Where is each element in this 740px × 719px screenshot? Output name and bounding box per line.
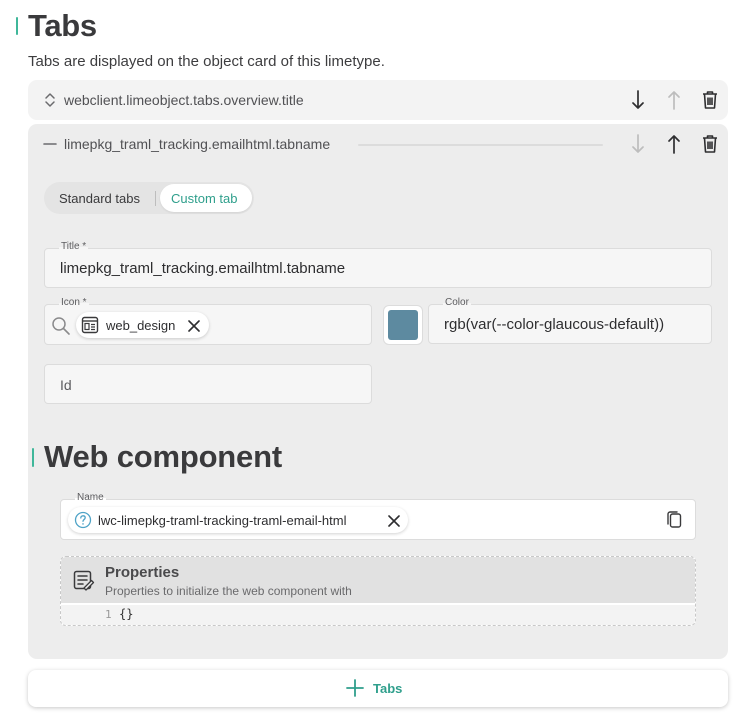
name-field-label: Name [75, 492, 106, 503]
icon-chip[interactable]: web_design [76, 312, 209, 338]
section-accent-bar [32, 448, 34, 467]
title-accent-bar [16, 17, 18, 35]
web-design-icon [81, 316, 99, 339]
icon-field-label: Icon * [59, 297, 89, 308]
segment-divider [155, 191, 156, 206]
color-swatch [388, 310, 418, 340]
title-field-value: limepkg_traml_tracking.emailhtml.tabname [60, 260, 346, 277]
title-field-label: Title * [59, 241, 89, 252]
code-content: {} [119, 607, 134, 621]
properties-title: Properties [105, 564, 180, 581]
trash-icon[interactable] [697, 87, 723, 113]
collapse-icon[interactable] [37, 131, 63, 157]
web-component-chip[interactable]: lwc-limepkg-traml-tracking-traml-email-h… [68, 507, 408, 533]
search-icon [51, 316, 71, 341]
plus-icon [346, 679, 364, 702]
help-circle-icon [74, 511, 92, 534]
properties-list-icon [73, 570, 95, 597]
tab-label: webclient.limeobject.tabs.overview.title [64, 92, 304, 108]
properties-header[interactable]: Properties Properties to initialize the … [61, 557, 695, 603]
arrow-down-icon[interactable] [625, 131, 651, 157]
title-field[interactable]: Title * limepkg_traml_tracking.emailhtml… [44, 241, 712, 288]
custom-tab-option[interactable]: Custom tab [160, 184, 252, 212]
color-swatch-button[interactable] [383, 305, 423, 345]
properties-editor: Properties Properties to initialize the … [60, 556, 696, 626]
icon-field[interactable]: Icon * web_design [44, 297, 372, 345]
page-subtitle: Tabs are displayed on the object card of… [28, 53, 385, 70]
line-number: 1 [105, 608, 112, 621]
color-field[interactable]: Color rgb(var(--color-glaucous-default)) [428, 297, 712, 344]
arrow-up-icon[interactable] [661, 87, 687, 113]
name-field[interactable]: Name lwc-limepkg-traml-tracking-traml-em… [60, 492, 696, 540]
arrow-down-icon[interactable] [625, 87, 651, 113]
close-icon[interactable] [188, 319, 200, 337]
add-tab-button[interactable]: Tabs [28, 670, 728, 707]
tab-row-overview[interactable]: webclient.limeobject.tabs.overview.title [28, 80, 728, 120]
color-field-label: Color [443, 297, 471, 308]
code-editor-line[interactable]: 1 {} [61, 605, 695, 625]
custom-tab-label: Custom tab [171, 191, 238, 206]
standard-tabs-option[interactable]: Standard tabs [59, 191, 140, 206]
tab-card-emailhtml: limepkg_traml_tracking.emailhtml.tabname… [28, 124, 728, 659]
close-icon[interactable] [388, 514, 400, 532]
add-tab-label: Tabs [373, 681, 403, 696]
tab-type-switch: Standard tabs Custom tab [44, 182, 254, 214]
unfold-icon[interactable] [37, 87, 63, 113]
trash-icon[interactable] [697, 131, 723, 157]
id-field[interactable]: Id [44, 364, 372, 404]
copy-icon[interactable] [666, 511, 682, 534]
arrow-up-icon[interactable] [661, 131, 687, 157]
tab-label: limepkg_traml_tracking.emailhtml.tabname [64, 136, 331, 152]
color-field-value: rgb(var(--color-glaucous-default)) [444, 316, 665, 333]
web-component-chip-label: lwc-limepkg-traml-tracking-traml-email-h… [98, 513, 347, 528]
web-component-title: Web component [44, 439, 282, 474]
id-placeholder: Id [60, 377, 72, 393]
icon-chip-label: web_design [106, 318, 176, 333]
header-divider [358, 144, 603, 146]
page-title: Tabs [28, 8, 97, 43]
properties-description: Properties to initialize the web compone… [105, 584, 352, 598]
